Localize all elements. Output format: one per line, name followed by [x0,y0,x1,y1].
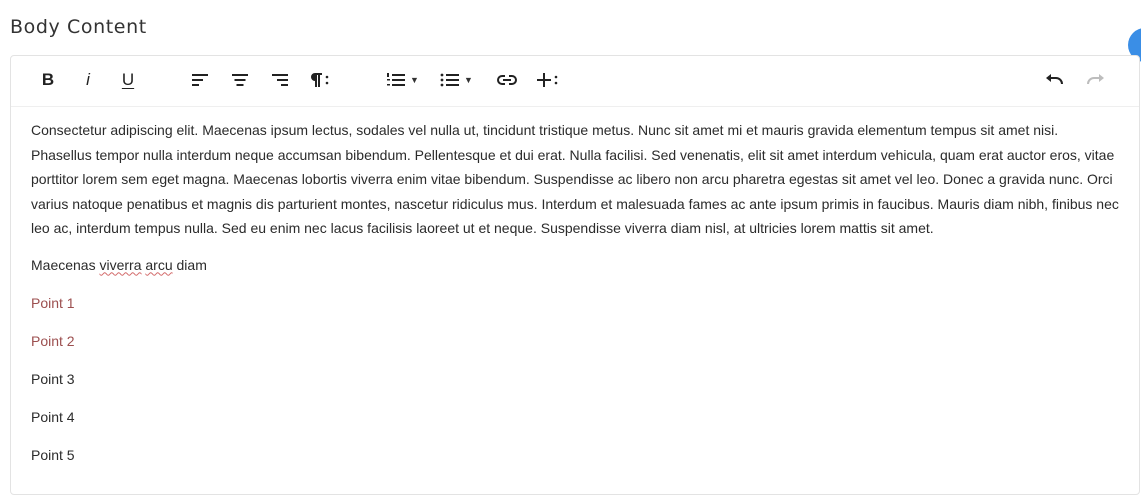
list-item: Point 3 [31,370,75,387]
editor-toolbar: B i U ▼ ▼ [11,56,1139,107]
insert-more-button[interactable] [537,67,561,93]
paragraph-format-button[interactable] [309,67,331,93]
list-item: Point 1 [31,294,75,311]
underline-button[interactable]: U [117,67,139,93]
editor-content[interactable]: Consectetur adipiscing elit. Maecenas ip… [31,118,1119,481]
text-word: diam [176,256,207,273]
heading-line: Maecenas viverra arcu diam [31,253,1119,291]
misspelled-word: arcu [145,256,173,273]
italic-button[interactable]: i [77,67,99,93]
undo-icon [1046,74,1063,85]
ordered-list-button[interactable]: ▼ [386,67,419,93]
chevron-down-icon: ▼ [464,75,473,85]
redo-button[interactable] [1085,67,1107,93]
align-center-button[interactable] [229,67,251,93]
list-item: Point 4 [31,408,75,425]
rich-text-editor: B i U ▼ ▼ Consectetur adipiscing elit. M… [10,55,1140,495]
align-left-button[interactable] [189,67,211,93]
unordered-list-button[interactable]: ▼ [440,67,473,93]
chevron-down-icon: ▼ [410,75,419,85]
misspelled-word: viverra [99,256,142,273]
text-word: Maecenas [31,256,96,273]
undo-button[interactable] [1043,67,1065,93]
align-center-icon [232,74,248,86]
link-icon [497,75,517,85]
paragraph-format-icon [311,73,329,87]
ordered-list-icon [387,73,405,86]
align-left-icon [192,74,208,86]
list-item: Point 2 [31,332,75,349]
unordered-list-icon [440,73,459,87]
align-right-button[interactable] [269,67,291,93]
align-right-icon [272,74,288,86]
insert-more-icon [537,73,558,87]
section-title: Body Content [10,16,147,38]
body-paragraph: Consectetur adipiscing elit. Maecenas ip… [31,122,1119,236]
list-item: Point 5 [31,446,75,463]
bold-button[interactable]: B [37,67,59,93]
redo-icon [1087,74,1104,85]
insert-link-button[interactable] [496,67,518,93]
